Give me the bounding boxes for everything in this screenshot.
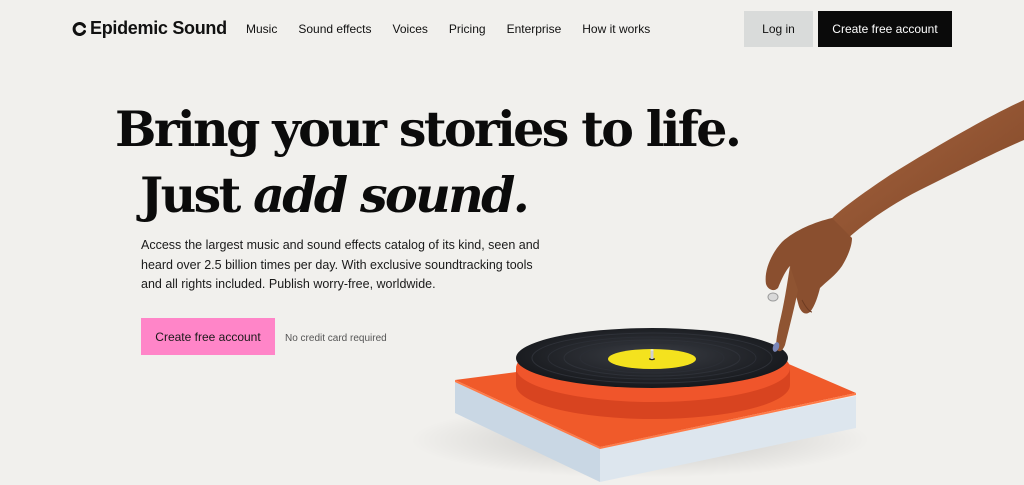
hero-create-account-button[interactable]: Create free account bbox=[141, 318, 275, 355]
headline-line-2-prefix: Just bbox=[140, 166, 254, 224]
nav-item-music[interactable]: Music bbox=[246, 22, 277, 36]
nav-item-pricing[interactable]: Pricing bbox=[449, 22, 486, 36]
login-button[interactable]: Log in bbox=[744, 11, 813, 47]
nav-item-sound-effects[interactable]: Sound effects bbox=[298, 22, 371, 36]
main-nav: Music Sound effects Voices Pricing Enter… bbox=[246, 22, 650, 36]
ring bbox=[767, 292, 779, 302]
turntable-illustration bbox=[410, 100, 1024, 482]
nav-item-enterprise[interactable]: Enterprise bbox=[507, 22, 562, 36]
nav-item-how-it-works[interactable]: How it works bbox=[582, 22, 650, 36]
no-credit-card-note: No credit card required bbox=[285, 333, 387, 344]
nav-item-voices[interactable]: Voices bbox=[393, 22, 428, 36]
logo[interactable]: Epidemic Sound bbox=[72, 18, 227, 39]
hand bbox=[765, 218, 852, 314]
epidemic-sound-logo-icon bbox=[72, 21, 86, 36]
arm bbox=[830, 100, 1024, 240]
create-account-button[interactable]: Create free account bbox=[818, 11, 952, 47]
logo-text: Epidemic Sound bbox=[90, 18, 227, 38]
